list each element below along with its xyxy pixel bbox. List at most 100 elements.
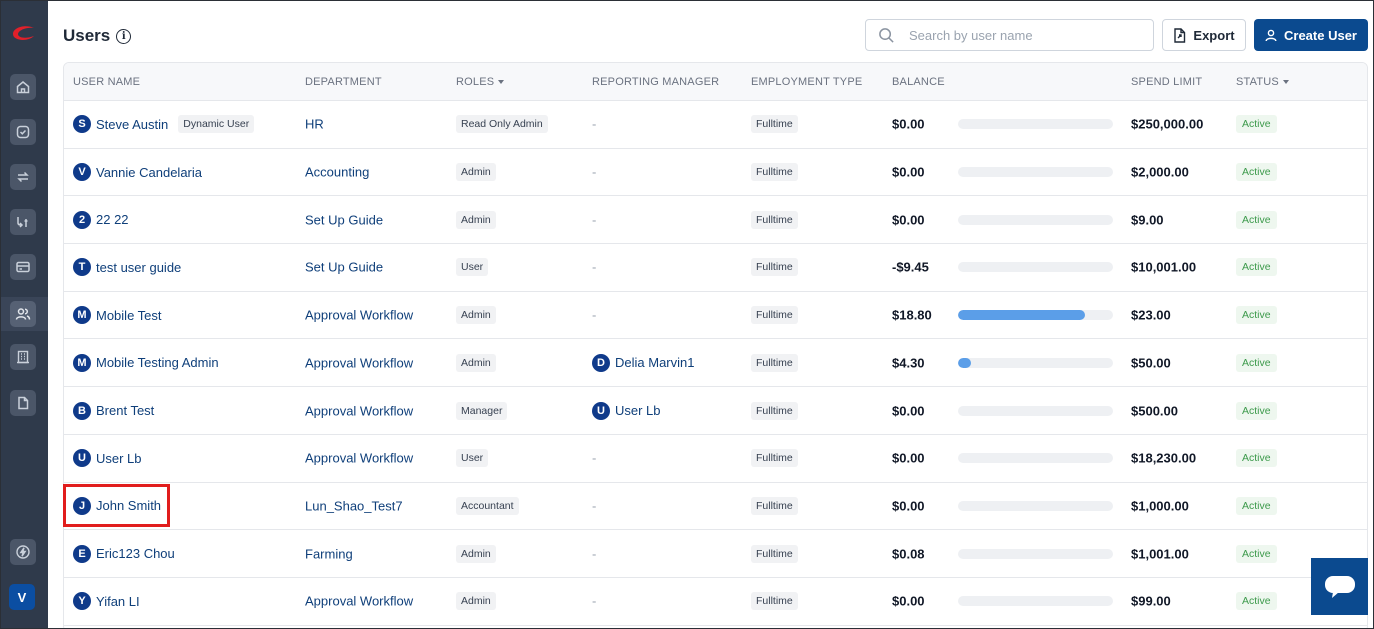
- spend-limit-value: $1,001.00: [1131, 546, 1189, 562]
- manager-name-link[interactable]: User Lb: [615, 403, 661, 418]
- user-initial-avatar: V: [73, 163, 91, 182]
- table-row[interactable]: B Brent Test Approval Workflow Manager U User…: [64, 387, 1367, 435]
- department-link[interactable]: Approval Workflow: [305, 308, 413, 323]
- manager-cell[interactable]: U User Lb: [592, 401, 661, 420]
- department-link[interactable]: Accounting: [305, 165, 369, 180]
- nav-company[interactable]: [10, 344, 36, 370]
- employment-cell: Fulltime: [751, 496, 798, 515]
- role-badge: Accountant: [456, 496, 519, 515]
- col-status[interactable]: STATUS: [1236, 76, 1289, 88]
- create-user-button[interactable]: Create User: [1254, 19, 1368, 51]
- info-icon[interactable]: i: [116, 28, 132, 44]
- table-row[interactable]: V Vannie Candelaria Accounting Admin - Fullti…: [64, 148, 1367, 197]
- chat-button[interactable]: [1311, 558, 1368, 615]
- department-link[interactable]: Set Up Guide: [305, 212, 383, 227]
- employment-cell: Fulltime: [751, 306, 798, 325]
- page-title-text: Users: [63, 26, 111, 45]
- nav-documents[interactable]: [10, 390, 36, 416]
- export-button[interactable]: Export: [1162, 19, 1246, 51]
- nav-reimbursements[interactable]: [10, 209, 36, 235]
- user-name-cell[interactable]: M Mobile Test: [73, 306, 162, 325]
- search-box[interactable]: [865, 19, 1154, 51]
- manager-name-link[interactable]: Delia Marvin1: [615, 355, 694, 370]
- user-name-link[interactable]: Eric123 Chou: [96, 546, 175, 561]
- department-link[interactable]: HR: [305, 117, 324, 132]
- table-row[interactable]: Y Yifan LI Approval Workflow Admin - Fulltime…: [64, 578, 1367, 626]
- create-user-label: Create User: [1284, 27, 1357, 43]
- nav-users[interactable]: [10, 301, 36, 327]
- status-badge: Active: [1236, 496, 1277, 515]
- department-link[interactable]: Approval Workflow: [305, 355, 413, 370]
- user-name-link[interactable]: 22 22: [96, 212, 129, 227]
- balance-value: $4.30: [892, 355, 925, 371]
- user-avatar[interactable]: V: [9, 584, 35, 610]
- col-roles[interactable]: ROLES: [456, 76, 505, 88]
- col-balance[interactable]: BALANCE: [892, 76, 945, 88]
- col-department[interactable]: DEPARTMENT: [305, 76, 382, 88]
- role-badge: Read Only Admin: [456, 115, 548, 134]
- col-user-name-label: USER NAME: [73, 76, 141, 88]
- status-sort-caret-icon: [1282, 80, 1289, 84]
- spend-limit-value: $9.00: [1131, 212, 1164, 228]
- col-user-name[interactable]: USER NAME: [73, 76, 140, 88]
- user-name-cell[interactable]: M Mobile Testing Admin: [73, 353, 219, 372]
- table-row[interactable]: U User Lb Approval Workflow User - Fulltime $0…: [64, 434, 1367, 483]
- manager-cell[interactable]: D Delia Marvin1: [592, 353, 694, 372]
- user-name-cell[interactable]: Ttest user guide: [73, 258, 181, 277]
- table-row[interactable]: M Mobile Test Approval Workflow Admin - Fullt…: [64, 291, 1367, 340]
- user-name-link[interactable]: test user guide: [96, 260, 181, 275]
- table-row[interactable]: 2 22 22 Set Up Guide Admin - Fulltime $0.00 $9.…: [64, 196, 1367, 245]
- usage-bar: [958, 453, 1113, 464]
- user-name-link[interactable]: Yifan LI: [96, 594, 140, 609]
- status-badge: Active: [1236, 258, 1277, 277]
- table-row[interactable]: M Mobile Testing Admin Approval Workflow Ad…: [64, 339, 1367, 388]
- nav-approvals[interactable]: [10, 119, 36, 145]
- spend-limit-value: $250,000.00: [1131, 116, 1204, 132]
- user-name-cell[interactable]: 2 22 22: [73, 210, 129, 229]
- manager-empty: -: [592, 593, 597, 609]
- status-cell: Active: [1236, 544, 1277, 563]
- col-spend-limit[interactable]: SPEND LIMIT: [1131, 76, 1202, 88]
- status-cell: Active: [1236, 306, 1277, 325]
- table-row[interactable]: E Eric123 Chou Farming Admin - Fulltime $0.08 $…: [64, 530, 1367, 578]
- user-name-cell[interactable]: E Eric123 Chou: [73, 544, 175, 563]
- search-input[interactable]: [909, 27, 1139, 43]
- department-link[interactable]: Farming: [305, 546, 353, 561]
- employment-cell: Fulltime: [751, 449, 798, 468]
- employment-cell: Fulltime: [751, 210, 798, 229]
- user-name-link[interactable]: User Lb: [96, 451, 142, 466]
- status-badge: Active: [1236, 210, 1277, 229]
- table-row[interactable]: J John Smith Lun_Shao_Test7 Accountant - Full…: [64, 482, 1367, 531]
- department-link[interactable]: Set Up Guide: [305, 260, 383, 275]
- nav-home[interactable]: [10, 74, 36, 100]
- user-name-link[interactable]: Brent Test: [96, 403, 154, 418]
- user-name-link[interactable]: Vannie Candelaria: [96, 165, 202, 180]
- status-badge: Active: [1236, 449, 1277, 468]
- department-link[interactable]: Approval Workflow: [305, 594, 413, 609]
- table-row[interactable]: S Steve Austin Dynamic User HR Read Only Adm…: [64, 101, 1367, 149]
- col-employment-type[interactable]: EMPLOYMENT TYPE: [751, 76, 862, 88]
- nav-quick-actions[interactable]: [10, 539, 36, 565]
- usage-bar-fill: [958, 310, 1086, 321]
- status-cell: Active: [1236, 592, 1277, 611]
- table-row[interactable]: Ttest user guide Set Up Guide User - Fulltim…: [64, 244, 1367, 292]
- role-badge: User: [456, 449, 489, 468]
- nav-transactions[interactable]: [10, 164, 36, 190]
- user-name-link[interactable]: Mobile Testing Admin: [96, 355, 219, 370]
- nav-cards[interactable]: [10, 254, 36, 280]
- user-name-link[interactable]: Steve Austin: [96, 117, 168, 132]
- usage-bar-track: [958, 548, 1113, 559]
- manager-empty: -: [592, 546, 597, 562]
- role-cell: Admin: [456, 544, 496, 563]
- department-link[interactable]: Approval Workflow: [305, 403, 413, 418]
- user-name-cell[interactable]: V Vannie Candelaria: [73, 163, 202, 182]
- user-name-link[interactable]: Mobile Test: [96, 308, 162, 323]
- employment-cell: Fulltime: [751, 163, 798, 182]
- department-link[interactable]: Lun_Shao_Test7: [305, 498, 403, 513]
- user-name-cell[interactable]: S Steve Austin Dynamic User: [73, 115, 255, 134]
- user-name-cell[interactable]: Y Yifan LI: [73, 592, 140, 611]
- department-link[interactable]: Approval Workflow: [305, 451, 413, 466]
- user-name-cell[interactable]: U User Lb: [73, 449, 142, 468]
- col-reporting-manager[interactable]: REPORTING MANAGER: [592, 76, 719, 88]
- user-name-cell[interactable]: B Brent Test: [73, 401, 154, 420]
